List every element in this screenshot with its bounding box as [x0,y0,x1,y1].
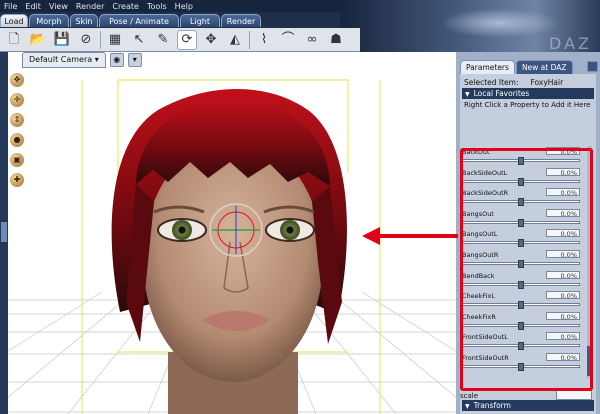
pan-icon[interactable]: ✛ [10,93,24,107]
local-favorites-title: Local Favorites [473,89,530,98]
dock-grip[interactable] [1,222,7,242]
transform-header[interactable]: ▼ Transform [462,400,594,411]
center-icon[interactable]: ✚ [10,173,24,187]
room-tab-morph[interactable]: Morph [29,14,69,27]
menu-item-view[interactable]: View [45,2,72,11]
camera-controls: ✥ ✛ ⇕ ● ▣ ✚ [8,70,26,190]
brush-icon[interactable]: ⌇ [254,30,274,50]
collapse-triangle-icon: ▼ [465,403,470,410]
link-icon[interactable]: ∞ [302,30,322,50]
room-tab-light[interactable]: Light [180,14,220,27]
menu-item-edit[interactable]: Edit [21,2,45,11]
scale-icon[interactable]: ◭ [225,30,245,50]
menu-item-tools[interactable]: Tools [143,2,171,11]
room-tab-load[interactable]: Load [0,14,28,27]
toolbar: 🗋 📂 💾 ⊘ ▦ ↖ ✎ ⟳ ✥ ◭ ⌇ ⌒ ∞ ☗ [0,28,360,52]
menu-item-render[interactable]: Render [72,2,108,11]
local-favorites-header[interactable]: ▼ Local Favorites [462,88,594,99]
collapse-triangle-icon: ▼ [465,91,470,98]
save-icon[interactable]: 💾 [52,30,72,50]
transform-title: Transform [473,401,511,410]
open-icon[interactable]: 📂 [28,30,48,50]
selected-item-label: Selected Item: [464,78,519,87]
room-tab-render[interactable]: Render [221,14,261,27]
figure-icon[interactable]: ☗ [326,30,346,50]
menu-item-create[interactable]: Create [108,2,143,11]
scale-label: scale [460,392,479,400]
curve-icon[interactable]: ⌒ [278,30,298,50]
scene-icon[interactable]: ▦ [105,30,125,50]
selected-item-value: FoxyHair [530,78,564,87]
menu-item-help[interactable]: Help [171,2,197,11]
panel-options-icon[interactable] [587,61,598,72]
room-tab-pose-animate[interactable]: Pose / Animate [99,14,179,27]
frame-icon[interactable]: ▣ [10,153,24,167]
camera-name: Default Camera [29,55,93,64]
scale-value-field[interactable] [556,390,592,400]
annotation-arrow [362,227,458,245]
dolly-icon[interactable]: ⇕ [10,113,24,127]
panel-tab-new-at-daz[interactable]: New at DAZ [515,60,573,74]
menu-item-file[interactable]: File [0,2,21,11]
left-dock-strip [0,52,8,414]
pencil-icon[interactable]: ✎ [153,30,173,50]
translate-icon[interactable]: ✥ [201,30,221,50]
panel-tabs: Parameters New at DAZ [460,60,574,74]
room-tab-skin[interactable]: Skin [70,14,98,27]
camera-selector[interactable]: Default Camera ▾ [22,52,106,68]
select-icon[interactable]: ↖ [129,30,149,50]
no-entry-icon[interactable]: ⊘ [76,30,96,50]
globe-icon[interactable]: ◉ [109,53,124,67]
rotate-gizmo [209,203,263,257]
orbit-icon[interactable]: ✥ [10,73,24,87]
new-icon[interactable]: 🗋 [4,30,24,50]
menu-icon[interactable]: ▾ [127,53,142,67]
local-favorites-hint: Right Click a Property to Add it Here [464,101,591,109]
viewport-header: Default Camera ▾ ◉ ▾ [8,52,456,68]
brand-text: DAZ [549,34,592,53]
highlight-box [460,148,593,391]
room-tabs: Load Morph Skin Pose / Animate Light Render [0,14,262,28]
zoom-icon[interactable]: ● [10,133,24,147]
panel-tab-parameters[interactable]: Parameters [460,60,515,74]
rotate-icon[interactable]: ⟳ [177,29,197,50]
selected-item: Selected Item: FoxyHair [464,78,563,87]
